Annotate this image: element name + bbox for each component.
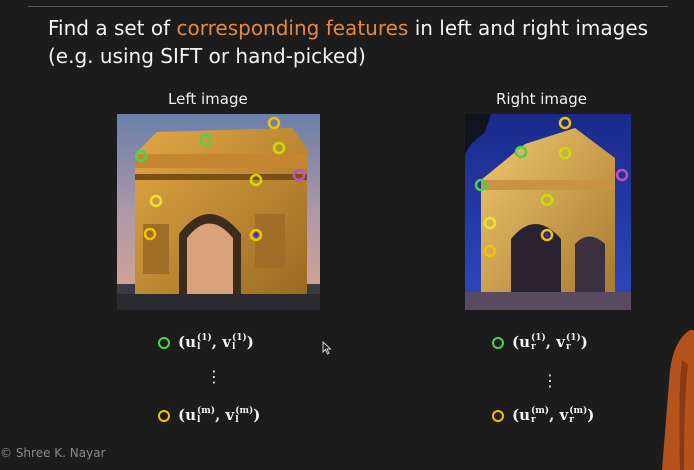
right-f1-v-sub: r [565, 342, 571, 352]
right-arch-photo [465, 114, 631, 310]
right-feature-1-expr: (u (1) r, v (1) r) [512, 333, 588, 352]
right-fm-u: u [519, 406, 531, 424]
right-feature-m-expr: (u (m) r, v (m) r) [512, 406, 595, 425]
title-line-1: Find a set of corresponding features in … [48, 14, 648, 42]
left-fm-u-scripts: (m) l [197, 407, 215, 425]
green-marker-icon [158, 336, 170, 349]
right-image-label: Right image [496, 90, 587, 108]
left-arch-photo [117, 114, 320, 310]
left-f1-v: v [222, 333, 231, 351]
left-feature-m: (u (m) l, v (m) l) [158, 406, 260, 425]
left-f1-v-scripts: (1) l [232, 334, 247, 352]
left-image [117, 114, 320, 310]
mouse-pointer-icon [322, 341, 332, 355]
left-f1-u-sub: l [197, 342, 201, 352]
title-pre: Find a set of [48, 16, 177, 40]
right-fm-v-sub: r [569, 415, 574, 425]
right-fm-u-sub: r [531, 415, 536, 425]
right-feature-1: (u (1) r, v (1) r) [492, 333, 588, 352]
left-fm-u: u [185, 406, 197, 424]
right-image [465, 114, 631, 310]
slide-title: Find a set of corresponding features in … [48, 14, 648, 70]
top-divider [28, 6, 668, 7]
title-post: in left and right images [408, 16, 649, 40]
presenter-figure [662, 330, 694, 470]
right-f1-v-scripts: (1) r [566, 334, 581, 352]
left-feature-m-expr: (u (m) l, v (m) l) [178, 406, 261, 425]
right-fm-u-scripts: (m) r [531, 407, 549, 425]
left-image-label: Left image [168, 90, 248, 108]
title-line-2: (e.g. using SIFT or hand-picked) [48, 44, 366, 68]
left-fm-u-sub: l [197, 415, 201, 425]
left-feature-1: (u (1) l, v (1) l) [158, 333, 254, 352]
left-f1-u-scripts: (1) l [197, 334, 212, 352]
right-f1-u-sub: r [531, 342, 536, 352]
left-fm-v: v [225, 406, 235, 424]
title-highlight: corresponding features [176, 16, 409, 40]
right-feature-m: (u (m) r, v (m) r) [492, 406, 594, 425]
right-f1-u: u [519, 333, 531, 351]
left-vdots: ⋮ [206, 367, 222, 386]
yellow-marker-icon [158, 409, 170, 422]
green-marker-icon [492, 336, 504, 349]
left-feature-1-expr: (u (1) l, v (1) l) [178, 333, 254, 352]
footer-credit: © Shree K. Nayar [0, 446, 106, 460]
right-f1-u-scripts: (1) r [531, 334, 546, 352]
right-fm-v: v [559, 406, 569, 424]
left-fm-v-sub: l [235, 415, 239, 425]
right-vdots: ⋮ [542, 371, 558, 390]
right-fm-v-scripts: (m) r [569, 407, 587, 425]
left-fm-v-scripts: (m) l [235, 407, 253, 425]
left-f1-v-sub: l [231, 342, 236, 352]
right-f1-v: v [556, 333, 565, 351]
yellow-marker-icon [492, 409, 504, 422]
left-f1-u: u [185, 333, 197, 351]
